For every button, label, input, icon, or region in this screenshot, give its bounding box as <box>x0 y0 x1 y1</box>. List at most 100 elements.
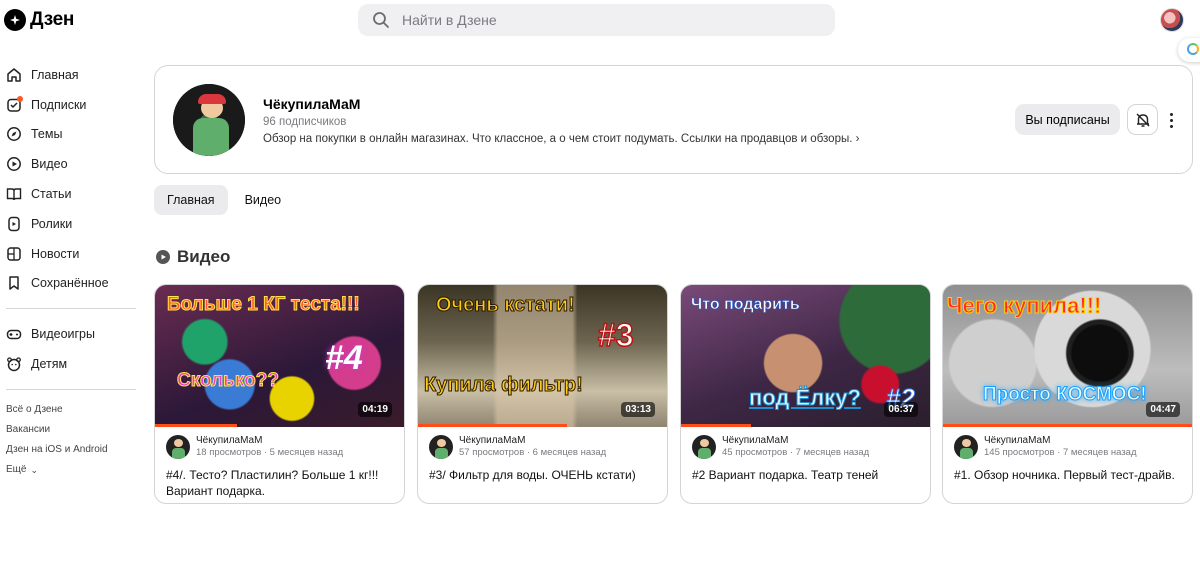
author-avatar[interactable] <box>692 435 716 459</box>
sidebar-item-label: Видео <box>31 157 68 172</box>
thumbnail-caption: #3 <box>597 317 634 353</box>
video-meta: ЧёкупилаМаМ 45 просмотров · 7 месяцев на… <box>681 427 930 483</box>
sidebar-item-label: Статьи <box>31 187 72 202</box>
sidebar-item-videogames[interactable]: Видеоигры <box>0 319 140 349</box>
video-title[interactable]: #1. Обзор ночника. Первый тест-драйв. <box>954 467 1181 483</box>
video-meta: ЧёкупилаМаМ 57 просмотров · 6 месяцев на… <box>418 427 667 483</box>
bookmark-icon <box>6 275 22 291</box>
video-card[interactable]: Чего купила!!! Просто КОСМОС! 04:47 Чёку… <box>942 284 1193 504</box>
video-meta: ЧёкупилаМаМ 145 просмотров · 7 месяцев н… <box>943 427 1192 483</box>
kids-icon <box>6 356 22 372</box>
video-icon <box>156 250 170 264</box>
video-stats: 45 просмотров · 7 месяцев назад <box>722 447 870 458</box>
author-name[interactable]: ЧёкупилаМаМ <box>459 435 656 447</box>
sidebar-item-home[interactable]: Главная <box>0 60 140 90</box>
sidebar-item-label: Новости <box>31 246 80 261</box>
thumbnail-caption: Купила фильтр! <box>424 374 584 396</box>
search-bar[interactable] <box>358 4 835 36</box>
duration-badge: 04:47 <box>1146 402 1180 417</box>
home-icon <box>6 67 22 83</box>
subscriptions-icon <box>6 95 23 113</box>
sidebar-item-label: Видеоигры <box>31 327 95 342</box>
news-icon <box>6 246 22 262</box>
sidebar: Главная Подписки Темы Видео Статьи Ролик… <box>0 60 140 480</box>
duration-badge: 06:37 <box>884 402 918 417</box>
widget-icon <box>1187 43 1199 55</box>
search-input[interactable] <box>402 12 802 28</box>
author-name[interactable]: ЧёкупилаМаМ <box>196 435 393 447</box>
subscriber-count: 96 подписчиков <box>263 116 347 128</box>
logo-text: Дзен <box>30 9 75 30</box>
sidebar-item-video[interactable]: Видео <box>0 149 140 179</box>
description-text: Обзор на покупки в онлайн магазинах. Что… <box>263 133 853 145</box>
video-stats: 57 просмотров · 6 месяцев назад <box>459 447 607 458</box>
author-avatar[interactable] <box>429 435 453 459</box>
footer-link-about[interactable]: Всё о Дзене <box>0 400 140 420</box>
more-label: Ещё <box>6 463 27 475</box>
sidebar-item-shorts[interactable]: Ролики <box>0 209 140 239</box>
video-title[interactable]: #3/ Фильтр для воды. ОЧЕНЬ кстати) <box>429 467 656 483</box>
dzen-logo-icon <box>4 9 26 31</box>
sidebar-item-kids[interactable]: Детям <box>0 349 140 379</box>
notifications-toggle-button[interactable] <box>1127 104 1158 135</box>
video-thumbnail[interactable]: Очень кстати! #3 Купила фильтр! 03:13 <box>418 285 667 427</box>
sidebar-item-label: Детям <box>31 357 68 372</box>
author-name[interactable]: ЧёкупилаМаМ <box>722 435 919 447</box>
sidebar-item-subscriptions[interactable]: Подписки <box>0 90 140 120</box>
video-meta: ЧёкупилаМаМ 18 просмотров · 5 месяцев на… <box>155 427 404 499</box>
channel-header-card: ЧёкупилаМаМ 96 подписчиков Обзор на поку… <box>154 65 1193 174</box>
sidebar-item-articles[interactable]: Статьи <box>0 179 140 209</box>
search-icon <box>373 12 389 28</box>
footer-link-jobs[interactable]: Вакансии <box>0 420 140 440</box>
video-title[interactable]: #4/. Тесто? Пластилин? Больше 1 кг!!! Ва… <box>166 467 393 499</box>
footer-link-more[interactable]: Ещё ⌄ <box>0 460 140 480</box>
video-thumbnail[interactable]: Больше 1 КГ теста!!! #4 Сколько?? 04:19 <box>155 285 404 427</box>
compass-icon <box>6 126 22 142</box>
bell-off-icon <box>1136 113 1149 127</box>
sidebar-divider <box>6 308 136 310</box>
sidebar-item-label: Темы <box>31 127 63 142</box>
dzen-logo[interactable]: Дзен <box>4 9 74 31</box>
shorts-icon <box>6 216 22 232</box>
sidebar-item-saved[interactable]: Сохранённое <box>0 269 140 299</box>
more-options-button[interactable] <box>1165 108 1177 132</box>
notification-dot <box>17 95 23 102</box>
chevron-right-icon: › <box>855 133 860 145</box>
thumbnail-caption: Больше 1 КГ теста!!! <box>167 294 361 315</box>
chevron-down-icon: ⌄ <box>30 464 39 475</box>
book-icon <box>6 186 22 202</box>
channel-description[interactable]: Обзор на покупки в онлайн магазинах. Что… <box>263 133 859 145</box>
sidebar-item-topics[interactable]: Темы <box>0 120 140 150</box>
top-bar: Дзен <box>0 0 1200 62</box>
sidebar-item-news[interactable]: Новости <box>0 239 140 269</box>
video-stats: 145 просмотров · 7 месяцев назад <box>984 447 1137 458</box>
video-card[interactable]: Очень кстати! #3 Купила фильтр! 03:13 Чё… <box>417 284 668 504</box>
sidebar-item-label: Подписки <box>31 97 87 112</box>
footer-link-apps[interactable]: Дзен на iOS и Android <box>0 440 140 460</box>
side-widget-button[interactable] <box>1178 38 1200 62</box>
video-thumbnail[interactable]: Что подарить #2 под Ёлку? 06:37 <box>681 285 930 427</box>
video-stats: 18 просмотров · 5 месяцев назад <box>196 447 344 458</box>
thumbnail-caption: Чего купила!!! <box>946 293 1102 318</box>
author-name[interactable]: ЧёкупилаМаМ <box>984 435 1181 447</box>
video-thumbnail[interactable]: Чего купила!!! Просто КОСМОС! 04:47 <box>943 285 1192 427</box>
video-title[interactable]: #2 Вариант подарка. Театр теней <box>692 467 919 483</box>
section-header: Видео <box>155 247 230 267</box>
channel-tabs: Главная Видео <box>154 185 294 215</box>
sidebar-item-label: Сохранённое <box>31 276 109 291</box>
video-card[interactable]: Что подарить #2 под Ёлку? 06:37 Чёкупила… <box>680 284 931 504</box>
video-card[interactable]: Больше 1 КГ теста!!! #4 Сколько?? 04:19 … <box>154 284 405 504</box>
video-icon <box>6 156 22 172</box>
sidebar-item-label: Главная <box>31 67 79 82</box>
subscribed-button[interactable]: Вы подписаны <box>1015 104 1120 135</box>
author-avatar[interactable] <box>954 435 978 459</box>
tab-video[interactable]: Видео <box>232 185 295 215</box>
author-avatar[interactable] <box>166 435 190 459</box>
user-avatar[interactable] <box>1160 8 1184 32</box>
thumbnail-caption: #4 <box>325 339 363 377</box>
thumbnail-caption: Что подарить <box>691 296 800 313</box>
duration-badge: 04:19 <box>358 402 392 417</box>
duration-badge: 03:13 <box>621 402 655 417</box>
channel-name: ЧёкупилаМаМ <box>263 96 361 112</box>
tab-main[interactable]: Главная <box>154 185 228 215</box>
